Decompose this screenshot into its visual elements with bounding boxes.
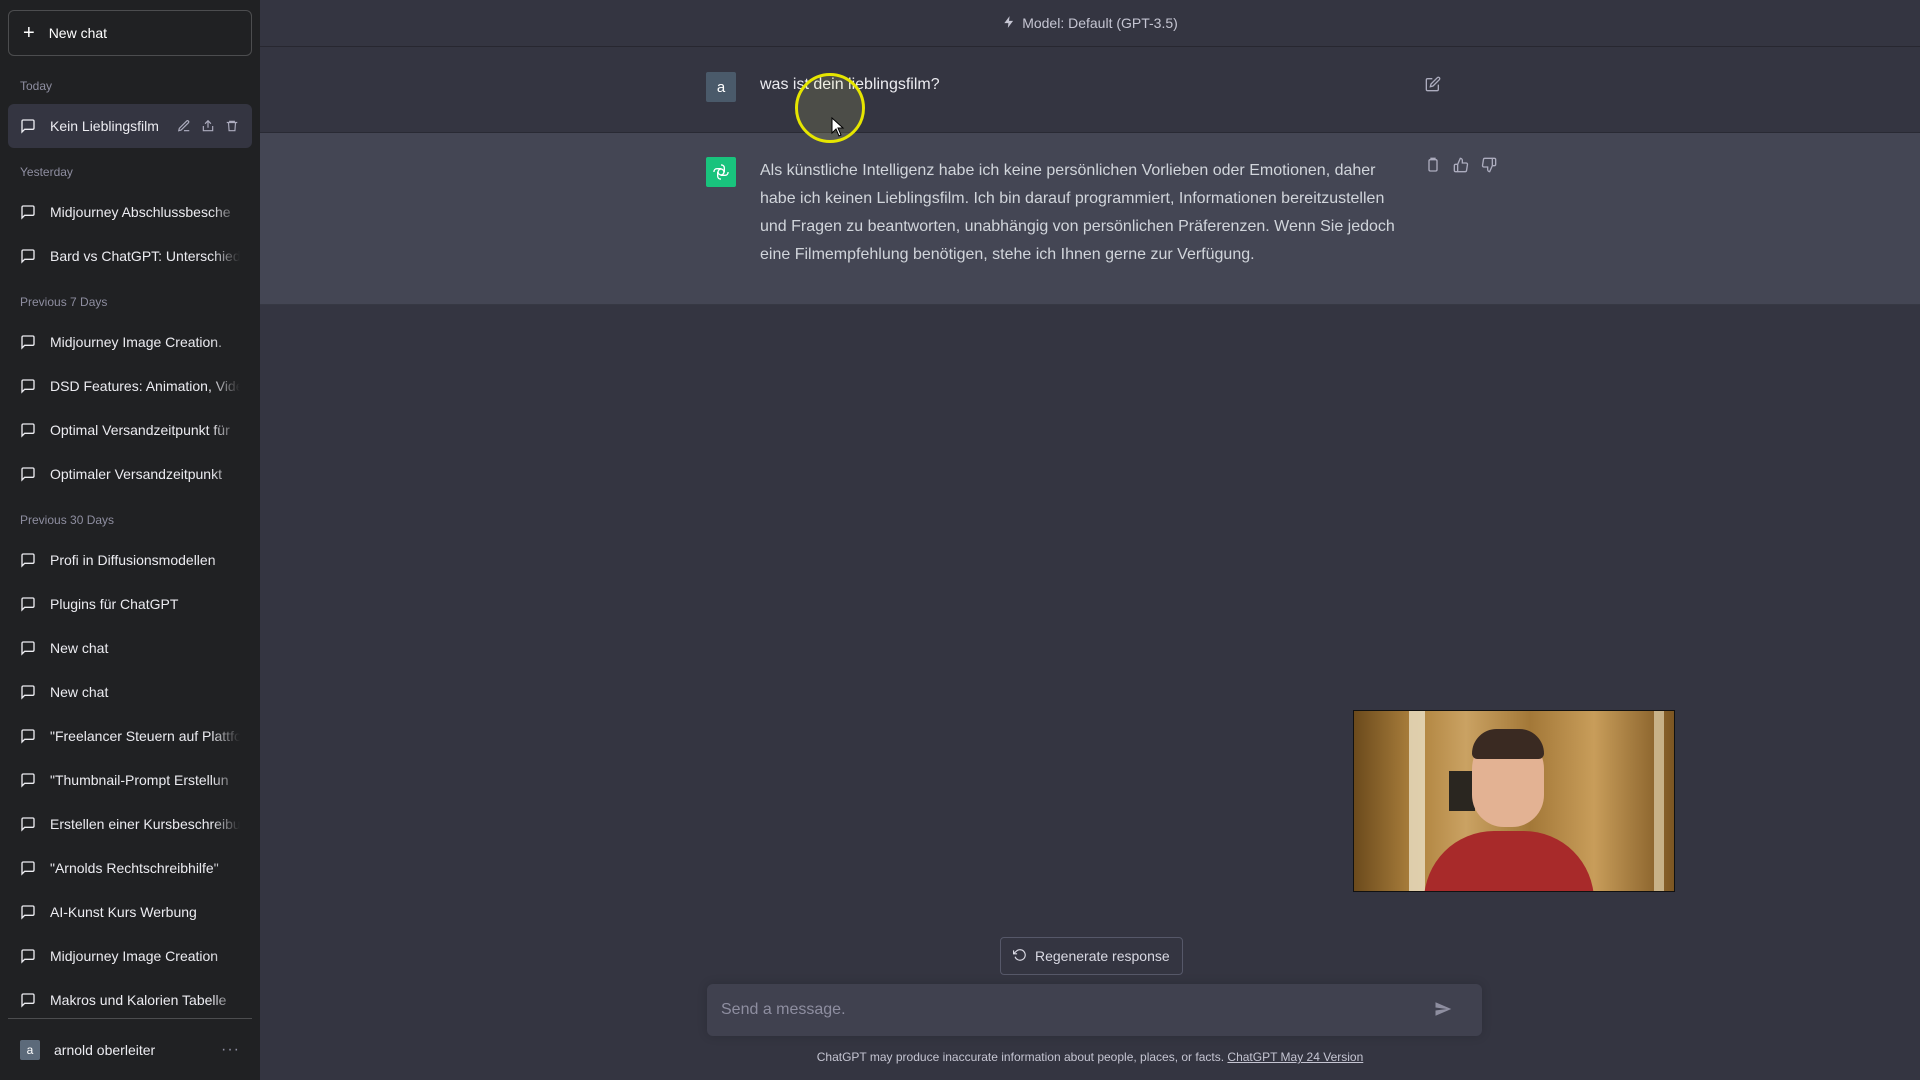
lightning-icon — [1002, 15, 1016, 32]
model-label: Model: Default (GPT-3.5) — [1022, 15, 1178, 31]
chat-item-label: Optimaler Versandzeitpunkt — [50, 466, 222, 482]
chat-bubble-icon — [20, 204, 36, 220]
user-menu[interactable]: a arnold oberleiter ··· — [8, 1018, 252, 1080]
section-label: Yesterday — [20, 165, 73, 179]
sidebar-chat-item[interactable]: Midjourney Image Creation. — [8, 320, 252, 364]
sidebar-chat-item[interactable]: Bard vs ChatGPT: Unterschied — [8, 234, 252, 278]
chat-item-label: New chat — [50, 640, 109, 656]
thumbs-down-icon[interactable] — [1481, 157, 1497, 173]
plus-icon: + — [23, 22, 35, 44]
chat-item-label: Midjourney Abschlussbesche — [50, 204, 231, 220]
sidebar-chat-item[interactable]: New chat — [8, 670, 252, 714]
chat-item-label: Profi in Diffusionsmodellen — [50, 552, 216, 568]
chat-bubble-icon — [20, 596, 36, 612]
main-area: Model: Default (GPT-3.5) a was ist dein … — [260, 0, 1920, 1080]
new-chat-button[interactable]: + New chat — [8, 10, 252, 56]
message-input[interactable] — [721, 984, 1421, 1036]
sidebar-chat-item[interactable]: Optimal Versandzeitpunkt für — [8, 408, 252, 452]
chat-bubble-icon — [20, 466, 36, 482]
user-avatar: a — [20, 1039, 40, 1060]
chat-item-label: New chat — [50, 684, 109, 700]
chat-item-label: "Thumbnail-Prompt Erstellun — [50, 772, 229, 788]
sidebar-chat-item[interactable]: Plugins für ChatGPT — [8, 582, 252, 626]
sidebar-chat-item[interactable]: Midjourney Image Creation — [8, 934, 252, 978]
chat-bubble-icon — [20, 378, 36, 394]
section-label: Previous 7 Days — [20, 295, 108, 309]
chat-item-label: Erstellen einer Kursbeschreibu — [50, 816, 240, 832]
chat-bubble-icon — [20, 816, 36, 832]
sidebar-chat-item[interactable]: "Thumbnail-Prompt Erstellun — [8, 758, 252, 802]
chat-item-label: Makros und Kalorien Tabelle — [50, 992, 227, 1008]
chat-item-label: Kein Lieblingsfilm AI — [50, 118, 162, 134]
sidebar-chat-item[interactable]: Midjourney Abschlussbesche — [8, 190, 252, 234]
assistant-actions — [1425, 157, 1497, 173]
webcam-overlay — [1353, 710, 1675, 892]
copy-icon[interactable] — [1425, 157, 1441, 173]
sidebar-chat-item[interactable]: Optimaler Versandzeitpunkt — [8, 452, 252, 496]
delete-trash-icon[interactable] — [224, 118, 240, 134]
sidebar-chat-item[interactable]: Profi in Diffusionsmodellen — [8, 538, 252, 582]
chat-item-actions — [176, 118, 240, 134]
chat-bubble-icon — [20, 904, 36, 920]
assistant-message-row: Als künstliche Intelligenz habe ich kein… — [260, 133, 1920, 305]
message-input-container — [707, 984, 1482, 1036]
chatgpt-logo-icon — [706, 157, 736, 187]
chat-bubble-icon — [20, 552, 36, 568]
chat-item-label: Midjourney Image Creation. — [50, 334, 222, 350]
chat-bubble-icon — [20, 728, 36, 744]
regenerate-label: Regenerate response — [1035, 948, 1170, 964]
send-icon[interactable] — [1434, 1000, 1452, 1018]
edit-icon[interactable] — [1425, 76, 1441, 92]
sidebar-chat-item[interactable]: "Arnolds Rechtschreibhilfe" — [8, 846, 252, 890]
sidebar-chat-item[interactable]: New chat — [8, 626, 252, 670]
regenerate-button[interactable]: Regenerate response — [1000, 937, 1183, 975]
sidebar-chat-item[interactable]: DSD Features: Animation, Vide — [8, 364, 252, 408]
chat-bubble-icon — [20, 992, 36, 1008]
version-link[interactable]: ChatGPT May 24 Version — [1227, 1050, 1363, 1064]
chat-bubble-icon — [20, 334, 36, 350]
sidebar-chat-item[interactable]: "Freelancer Steuern auf Plattfo — [8, 714, 252, 758]
footer-disclaimer: ChatGPT may produce inaccurate informati… — [260, 1050, 1920, 1064]
user-message-row: a was ist dein lieblingsfilm? — [260, 47, 1920, 133]
user-name: arnold oberleiter — [54, 1041, 156, 1058]
chat-item-label: Plugins für ChatGPT — [50, 596, 179, 612]
chat-item-label: AI-Kunst Kurs Werbung — [50, 904, 197, 920]
disclaimer-text: ChatGPT may produce inaccurate informati… — [816, 1050, 1225, 1064]
thumbs-up-icon[interactable] — [1453, 157, 1469, 173]
sidebar-chat-item[interactable]: AI-Kunst Kurs Werbung — [8, 890, 252, 934]
chat-bubble-icon — [20, 860, 36, 876]
assistant-message-text: Als künstliche Intelligenz habe ich kein… — [760, 162, 1395, 263]
section-label: Today — [20, 79, 53, 93]
chat-item-label: "Arnolds Rechtschreibhilfe" — [50, 860, 219, 876]
chat-bubble-icon — [20, 248, 36, 264]
chat-item-label: "Freelancer Steuern auf Plattfo — [50, 728, 240, 744]
user-message-text: was ist dein lieblingsfilm? — [760, 76, 940, 93]
sidebar-chat-item[interactable]: Erstellen einer Kursbeschreibu — [8, 802, 252, 846]
rename-pencil-icon[interactable] — [176, 118, 192, 134]
new-chat-label: New chat — [48, 25, 108, 41]
chat-item-label: DSD Features: Animation, Vide — [50, 378, 240, 394]
sidebar: + New chat Today Kein Lieblingsfilm AI Yes… — [0, 0, 260, 1080]
refresh-icon — [1013, 948, 1027, 965]
section-label: Previous 30 Days — [20, 513, 115, 527]
chat-item-label: Optimal Versandzeitpunkt für — [50, 422, 230, 438]
share-icon[interactable] — [200, 118, 216, 134]
chat-bubble-icon — [20, 684, 36, 700]
chat-item-label: Bard vs ChatGPT: Unterschied — [50, 248, 240, 264]
chat-bubble-icon — [20, 118, 36, 134]
model-bar: Model: Default (GPT-3.5) — [260, 0, 1920, 47]
sidebar-chat-item[interactable]: Kein Lieblingsfilm AI — [8, 104, 252, 148]
chat-bubble-icon — [20, 422, 36, 438]
chat-bubble-icon — [20, 948, 36, 964]
chat-item-label: Midjourney Image Creation — [50, 948, 219, 964]
chat-bubble-icon — [20, 640, 36, 656]
more-icon[interactable]: ··· — [221, 1041, 240, 1059]
sidebar-chat-item[interactable]: Makros und Kalorien Tabelle — [8, 978, 252, 1018]
chat-bubble-icon — [20, 772, 36, 788]
chat-history: Today Kein Lieblingsfilm AI Yesterday Midjo… — [8, 64, 252, 1018]
user-message-avatar: a — [706, 72, 736, 102]
